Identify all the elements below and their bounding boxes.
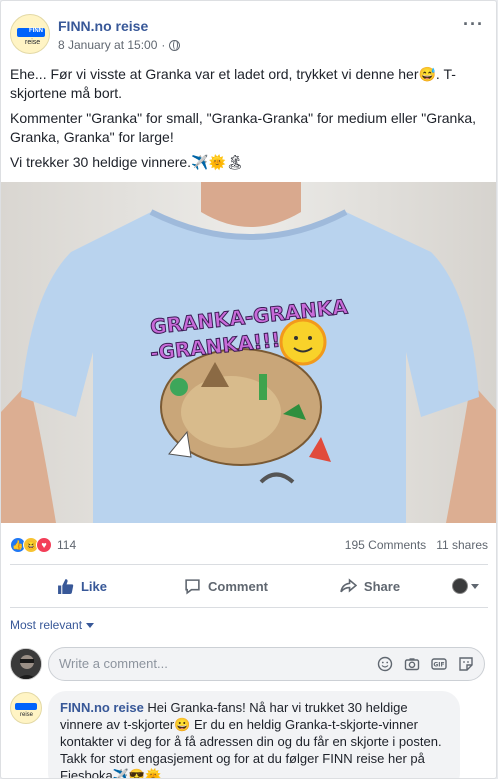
share-button[interactable]: Share bbox=[298, 577, 442, 595]
comment-label: Comment bbox=[208, 578, 268, 594]
page-avatar[interactable]: FINN reise bbox=[10, 14, 50, 54]
post-paragraph: Vi trekker 30 heldige vinnere.✈️🌞🏝 bbox=[10, 154, 244, 170]
comments-shares: 195 Comments 11 shares bbox=[345, 538, 488, 552]
reaction-identity-selector[interactable] bbox=[442, 578, 488, 594]
sticker-icon[interactable] bbox=[458, 656, 474, 672]
post-stats: 👍 😆 ♥ 114 195 Comments 11 shares bbox=[10, 536, 488, 556]
tshirt-illustration: GRANKA-GRANKA -GRANKA!!! bbox=[1, 182, 496, 523]
logo-sub: reise bbox=[20, 712, 34, 718]
post-photo[interactable]: GRANKA-GRANKA -GRANKA!!! bbox=[1, 182, 496, 523]
post-text: Ehe... Før vi visste at Granka var et la… bbox=[10, 65, 488, 178]
post-card: FINN reise FINN.no reise 8 January at 15… bbox=[0, 0, 497, 779]
comments-count-link[interactable]: 195 Comments bbox=[345, 538, 426, 552]
svg-text:GIF: GIF bbox=[433, 662, 444, 669]
reaction-count: 114 bbox=[57, 538, 77, 552]
commenter-avatar[interactable]: reise bbox=[10, 692, 42, 724]
action-bar: Like Comment Share bbox=[10, 564, 488, 608]
globe-icon bbox=[169, 39, 181, 51]
post-meta: 8 January at 15:00 · bbox=[58, 38, 181, 52]
logo-text: FINN bbox=[29, 28, 43, 34]
user-avatar-small bbox=[451, 578, 468, 594]
page-name-link[interactable]: FINN.no reise bbox=[58, 18, 148, 34]
comment-bubble: FINN.no reise Hei Granka-fans! Nå har vi… bbox=[48, 691, 460, 778]
post-paragraph: Kommenter "Granka" for small, "Granka-Gr… bbox=[10, 110, 476, 145]
comment-composer: GIF bbox=[48, 647, 485, 681]
logo-sub: reise bbox=[25, 39, 41, 46]
gif-icon[interactable]: GIF bbox=[431, 656, 447, 672]
comment-filter[interactable]: Most relevant bbox=[10, 618, 95, 632]
finn-logo-icon bbox=[15, 703, 37, 710]
comment-icon bbox=[185, 578, 200, 594]
camera-icon[interactable] bbox=[404, 656, 420, 672]
thumbs-up-icon bbox=[58, 578, 74, 594]
comment-author-link[interactable]: FINN.no reise bbox=[60, 700, 144, 715]
more-options-icon[interactable]: ··· bbox=[463, 14, 484, 35]
chevron-down-icon bbox=[470, 583, 479, 589]
composer-icons: GIF bbox=[377, 656, 474, 672]
post-date[interactable]: 8 January at 15:00 bbox=[58, 38, 157, 52]
share-arrow-icon bbox=[340, 577, 357, 592]
comment-input[interactable] bbox=[59, 656, 359, 671]
love-reaction-icon: ♥ bbox=[36, 537, 52, 553]
post-paragraph: Ehe... Før vi visste at Granka var et la… bbox=[10, 66, 456, 101]
post-header: FINN reise FINN.no reise 8 January at 15… bbox=[10, 14, 488, 56]
share-label: Share bbox=[363, 578, 401, 594]
comment-button[interactable]: Comment bbox=[154, 578, 298, 595]
user-photo bbox=[11, 649, 41, 679]
chevron-down-icon bbox=[86, 622, 95, 628]
like-button[interactable]: Like bbox=[10, 578, 154, 595]
reactions-summary[interactable]: 👍 😆 ♥ 114 bbox=[10, 537, 76, 553]
emoji-icon[interactable] bbox=[377, 656, 393, 672]
meta-dot: · bbox=[161, 38, 166, 52]
user-avatar[interactable] bbox=[10, 648, 42, 680]
like-label: Like bbox=[80, 578, 107, 594]
shares-count-link[interactable]: 11 shares bbox=[436, 538, 488, 552]
comment-filter-label: Most relevant bbox=[10, 618, 83, 632]
